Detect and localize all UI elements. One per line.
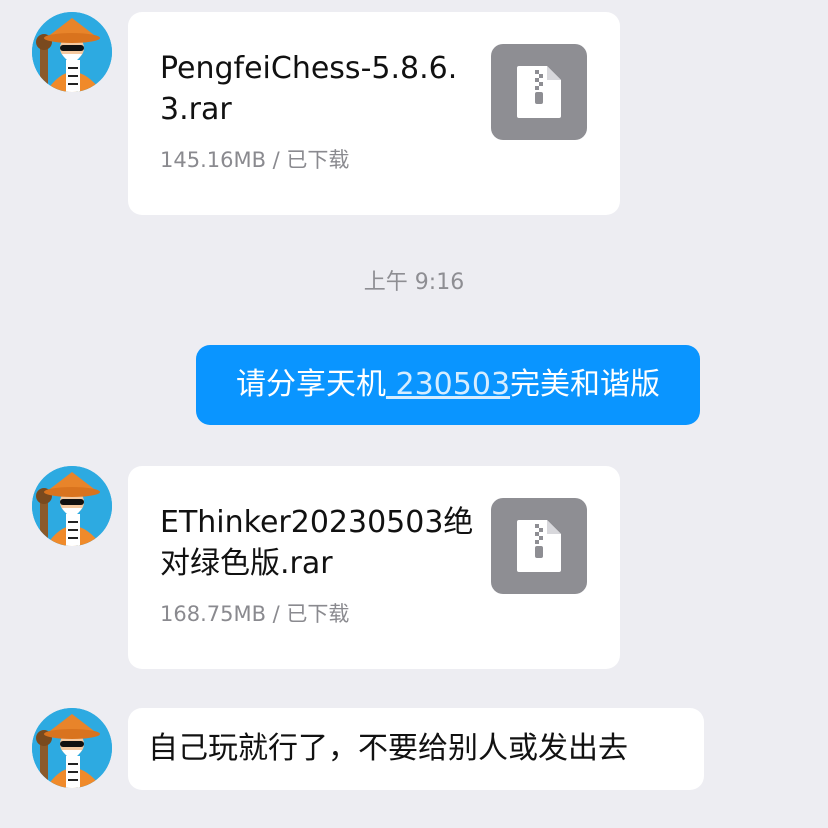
file-name: PengfeiChess-5.8.6.3.rar [160,51,458,127]
message-text: 完美和谐版 [510,367,661,402]
zip-file-icon [491,44,587,140]
file-size-status: 145.16MB / 已下载 [160,148,350,172]
message-text: 请分享天机 [235,367,386,402]
avatar[interactable] [32,708,112,788]
file-message-card[interactable]: EThinker20230503绝对绿色版.rar 168.75MB / 已下载 [128,466,620,669]
avatar[interactable] [32,466,112,546]
sent-message-bubble[interactable]: 请分享天机 230503完美和谐版 [196,345,700,425]
avatar-image [32,708,112,788]
message-timestamp: 上午 9:16 [363,270,465,295]
avatar[interactable] [32,12,112,92]
file-name: EThinker20230503绝对绿色版.rar [160,505,474,581]
avatar-image [32,466,112,546]
file-size-status: 168.75MB / 已下载 [160,602,350,626]
message-link[interactable]: 230503 [386,367,511,402]
avatar-image [32,12,112,92]
received-message-bubble[interactable]: 自己玩就行了，不要给别人或发出去 [128,708,704,790]
file-message-card[interactable]: PengfeiChess-5.8.6.3.rar 145.16MB / 已下载 [128,12,620,215]
zip-file-icon [491,498,587,594]
message-text: 自己玩就行了，不要给别人或发出去 [148,731,628,766]
